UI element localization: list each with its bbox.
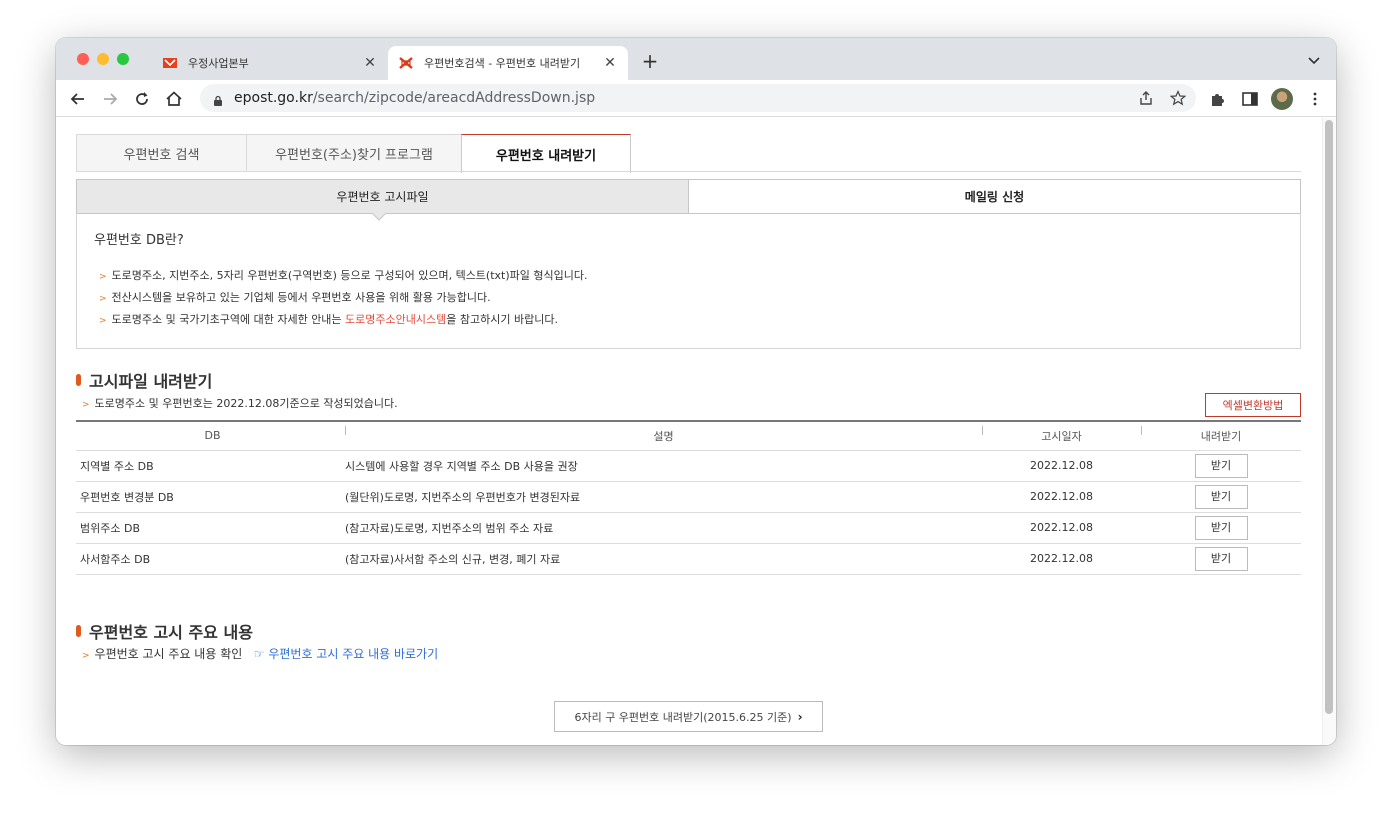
page-content: 우편번호 검색 우편번호(주소)찾기 프로그램 우편번호 내려받기 우편번호 고…	[56, 118, 1336, 745]
download-table: DB 설명 고시일자 내려받기 지역별 주소 DB 시스템에 사용할 경우 지역…	[76, 420, 1301, 575]
browser-tab-1[interactable]: 우정사업본부 ✕	[152, 46, 388, 80]
excel-conversion-button[interactable]: 엑셀변환방법	[1205, 393, 1301, 417]
tab-address-program[interactable]: 우편번호(주소)찾기 프로그램	[246, 134, 462, 172]
column-header-date: 고시일자	[982, 420, 1141, 451]
home-icon[interactable]	[164, 89, 184, 109]
extensions-puzzle-icon[interactable]	[1209, 90, 1227, 108]
download-button[interactable]: 받기	[1194, 453, 1248, 478]
more-menu-icon[interactable]	[1306, 90, 1324, 108]
info-item: > 도로명주소 및 국가기초구역에 대한 자세한 안내는 도로명주소안내시스템을 …	[99, 313, 558, 326]
tab-zipcode-search[interactable]: 우편번호 검색	[76, 134, 247, 172]
lock-icon	[212, 92, 224, 106]
column-header-download: 내려받기	[1141, 420, 1301, 451]
tab-title: 우편번호검색 - 우편번호 내려받기	[424, 57, 581, 70]
tab-title: 우정사업본부	[188, 57, 249, 70]
zoom-window-button[interactable]	[117, 53, 129, 65]
db-name: 사서함주소 DB	[76, 543, 345, 575]
db-description: (월단위)도로명, 지번주소의 우편번호가 변경된자료	[345, 481, 982, 513]
side-panel-icon[interactable]	[1241, 90, 1259, 108]
download-button[interactable]: 받기	[1194, 546, 1248, 571]
url-text: epost.go.kr/search/zipcode/areacdAddress…	[234, 90, 596, 106]
browser-tab-2[interactable]: 우편번호검색 - 우편번호 내려받기 ✕	[388, 46, 628, 80]
tab-search-chevron-icon[interactable]	[1306, 52, 1322, 68]
tab-zipcode-download[interactable]: 우편번호 내려받기	[461, 134, 631, 173]
bullet-icon: >	[99, 294, 107, 304]
back-arrow-icon[interactable]	[68, 89, 88, 109]
old-zipcode-download-button[interactable]: 6자리 구 우편번호 내려받기(2015.6.25 기준) ›	[554, 701, 823, 732]
info-box: 우편번호 DB란? > 도로명주소, 지번주소, 5자리 우편번호(구역번호) 등…	[76, 213, 1301, 349]
share-icon[interactable]	[1138, 90, 1154, 106]
section-marker-icon	[76, 374, 81, 386]
subtab-notice-file[interactable]: 우편번호 고시파일	[77, 180, 689, 213]
minimize-window-button[interactable]	[97, 53, 109, 65]
forward-arrow-icon[interactable]	[100, 89, 120, 109]
bullet-icon: >	[99, 316, 107, 326]
new-tab-plus-icon[interactable]: +	[640, 49, 660, 73]
tab-divider	[76, 171, 1301, 172]
table-row: 사서함주소 DB (참고자료)사서함 주소의 신규, 변경, 폐기 자료 202…	[76, 543, 1301, 575]
sub-tabs: 우편번호 고시파일 메일링 신청	[76, 179, 1301, 214]
epost-favicon-icon	[162, 55, 178, 71]
bullet-icon: >	[99, 272, 107, 282]
bullet-icon: >	[82, 651, 90, 661]
bookmark-star-icon[interactable]	[1169, 90, 1187, 106]
bullet-icon: >	[82, 400, 90, 410]
browser-toolbar: epost.go.kr/search/zipcode/areacdAddress…	[56, 80, 1336, 117]
scrollbar-thumb[interactable]	[1325, 120, 1333, 714]
info-item: > 전산시스템을 보유하고 있는 기업체 등에서 우편번호 사용을 위해 활용 가…	[99, 291, 491, 304]
tab-close-icon[interactable]: ✕	[362, 55, 378, 71]
scrollbar[interactable]	[1322, 118, 1336, 745]
download-section-title: 고시파일 내려받기	[76, 368, 212, 392]
column-header-db: DB	[76, 420, 345, 451]
db-description: 시스템에 사용할 경우 지역별 주소 DB 사용을 권장	[345, 450, 982, 482]
info-title: 우편번호 DB란?	[94, 233, 184, 248]
column-header-description: 설명	[345, 420, 982, 451]
section-marker-icon	[76, 625, 81, 637]
epost-favicon-icon	[398, 55, 414, 71]
address-bar[interactable]: epost.go.kr/search/zipcode/areacdAddress…	[200, 84, 1196, 112]
table-header-row: DB 설명 고시일자 내려받기	[76, 420, 1301, 451]
download-section-note: > 도로명주소 및 우편번호는 2022.12.08기준으로 작성되었습니다.	[82, 397, 398, 410]
notice-date: 2022.12.08	[982, 543, 1141, 575]
db-name: 우편번호 변경분 DB	[76, 481, 345, 513]
db-description: (참고자료)사서함 주소의 신규, 변경, 폐기 자료	[345, 543, 982, 575]
notice-section-title: 우편번호 고시 주요 내용	[76, 619, 253, 643]
subtab-mailing[interactable]: 메일링 신청	[689, 180, 1300, 213]
reload-icon[interactable]	[132, 89, 152, 109]
chevron-right-icon: ›	[797, 709, 803, 724]
notice-date: 2022.12.08	[982, 512, 1141, 544]
notice-details-link[interactable]: ☞ 우편번호 고시 주요 내용 바로가기	[254, 647, 438, 661]
tab-close-icon[interactable]: ✕	[602, 55, 618, 71]
notice-date: 2022.12.08	[982, 481, 1141, 513]
table-row: 범위주소 DB (참고자료)도로명, 지번주소의 범위 주소 자료 2022.1…	[76, 512, 1301, 544]
download-button[interactable]: 받기	[1194, 484, 1248, 509]
close-window-button[interactable]	[77, 53, 89, 65]
db-name: 범위주소 DB	[76, 512, 345, 544]
info-item: > 도로명주소, 지번주소, 5자리 우편번호(구역번호) 등으로 구성되어 있으…	[99, 269, 588, 282]
db-description: (참고자료)도로명, 지번주소의 범위 주소 자료	[345, 512, 982, 544]
notice-section-note: > 우편번호 고시 주요 내용 확인 ☞ 우편번호 고시 주요 내용 바로가기	[82, 647, 439, 661]
road-address-system-link[interactable]: 도로명주소안내시스템	[345, 313, 446, 326]
download-button[interactable]: 받기	[1194, 515, 1248, 540]
profile-avatar[interactable]	[1271, 88, 1293, 110]
table-row: 우편번호 변경분 DB (월단위)도로명, 지번주소의 우편번호가 변경된자료 …	[76, 481, 1301, 513]
browser-window: 우정사업본부 ✕ 우편번호검색 - 우편번호 내려받기 ✕ + epost.go…	[56, 38, 1336, 745]
table-row: 지역별 주소 DB 시스템에 사용할 경우 지역별 주소 DB 사용을 권장 2…	[76, 450, 1301, 482]
tab-strip: 우정사업본부 ✕ 우편번호검색 - 우편번호 내려받기 ✕ +	[56, 38, 1336, 80]
db-name: 지역별 주소 DB	[76, 450, 345, 482]
notice-date: 2022.12.08	[982, 450, 1141, 482]
